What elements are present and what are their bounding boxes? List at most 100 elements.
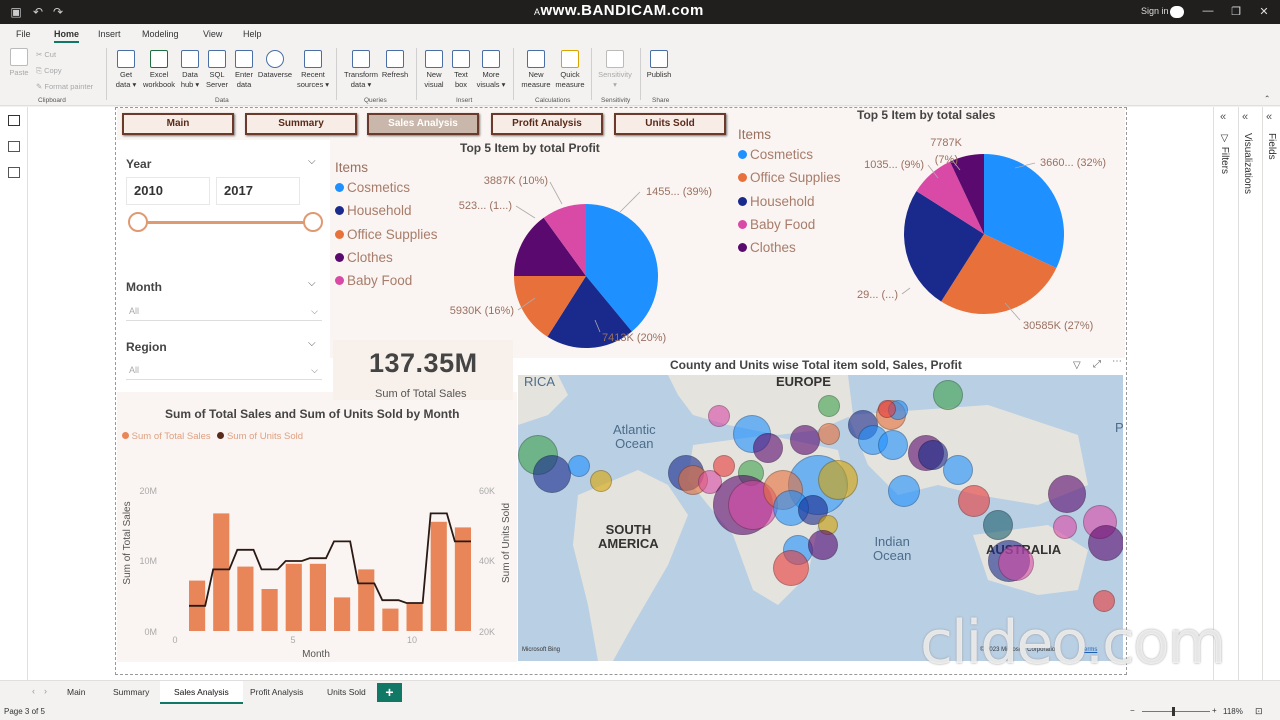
profit-legend-item-cosmetics[interactable]: Cosmetics [335, 180, 410, 195]
sales-bar[interactable] [285, 563, 302, 631]
map-bubble[interactable] [773, 550, 809, 586]
map-bubble[interactable] [708, 405, 730, 427]
cut-button[interactable]: ✂ Cut [36, 50, 56, 60]
filters-pane-tab[interactable]: ▽ Filters [1219, 133, 1230, 174]
sales-bar[interactable] [334, 597, 351, 631]
map-bubble[interactable] [713, 455, 735, 477]
recent-sources-button[interactable]: Recent sources ▾ [296, 50, 330, 90]
profit-legend-item-clothes[interactable]: Clothes [335, 250, 393, 265]
year-slider-start-handle[interactable] [128, 212, 148, 232]
zoom-out-icon[interactable]: − [1130, 706, 1135, 715]
sales-bar[interactable] [309, 563, 326, 631]
menu-view[interactable]: View [203, 29, 222, 39]
collapse-filters-icon[interactable]: « [1220, 111, 1226, 123]
tab-scroll-left-icon[interactable]: ‹ [32, 686, 35, 696]
sales-bar[interactable] [430, 521, 447, 631]
sales-bar[interactable] [261, 589, 278, 631]
map-bubble[interactable] [998, 545, 1034, 581]
enter-data-button[interactable]: Enter data [232, 50, 256, 90]
sales-bar[interactable] [406, 603, 423, 631]
map-bubble[interactable] [1088, 525, 1123, 561]
tab-scroll-right-icon[interactable]: › [44, 686, 47, 696]
sales-legend-item-cosmetics[interactable]: Cosmetics [738, 147, 813, 162]
copy-button[interactable]: ⎘ Copy [36, 66, 62, 76]
profit-pie-chart[interactable]: 1455... (39%) 7413K (20%) 5930K (16%) 523..… [440, 160, 730, 350]
region-dropdown[interactable]: All ⌵ [126, 362, 322, 380]
chevron-down-icon[interactable]: ⌵ [308, 338, 316, 349]
sign-in-link[interactable]: Sign in [1141, 6, 1169, 16]
data-view-icon[interactable] [8, 141, 20, 152]
sales-pie-chart[interactable]: 3660... (32%) 30585K (27%) 29... (...) 1035… [840, 128, 1130, 338]
map-bubble[interactable] [568, 455, 590, 477]
map-bubble[interactable] [943, 455, 973, 485]
tab-summary[interactable]: Summary [113, 685, 149, 705]
map-bubble[interactable] [753, 433, 783, 463]
focus-mode-icon[interactable]: ⤢ [1093, 359, 1101, 370]
quick-measure-button[interactable]: Quick measure [553, 50, 587, 90]
menu-home[interactable]: Home [54, 29, 80, 43]
refresh-button[interactable]: Refresh [381, 50, 409, 80]
dataverse-button[interactable]: Dataverse [257, 50, 293, 80]
combo-chart[interactable]: 20M 10M 0M 60K 40K 20K 0 5 10 Month Sum of Total S… [117, 445, 517, 663]
map-bubble[interactable] [888, 475, 920, 507]
profit-legend-item-household[interactable]: Household [335, 203, 412, 218]
menu-modeling[interactable]: Modeling [142, 29, 179, 39]
filter-icon[interactable]: ▽ [1073, 360, 1081, 371]
sales-legend-item-office-supplies[interactable]: Office Supplies [738, 170, 841, 185]
excel-workbook-button[interactable]: Excel workbook [142, 50, 176, 90]
nav-sales-analysis-button[interactable]: Sales Analysis [367, 113, 479, 135]
format-painter-button[interactable]: ✎ Format painter [36, 82, 93, 92]
sales-bar[interactable] [213, 513, 230, 631]
sign-in-toggle[interactable] [1170, 6, 1184, 18]
sales-bar[interactable] [358, 569, 375, 631]
year-from-input[interactable]: 2010 [126, 177, 210, 205]
zoom-slider-handle[interactable] [1172, 707, 1175, 716]
model-view-icon[interactable] [8, 167, 20, 178]
new-visual-button[interactable]: New visual [421, 50, 447, 90]
sales-legend-item-household[interactable]: Household [738, 194, 815, 209]
map-bubble[interactable] [818, 395, 840, 417]
add-page-button[interactable]: + [377, 683, 402, 702]
fit-page-icon[interactable]: ⊡ [1255, 706, 1263, 717]
nav-units-sold-button[interactable]: Units Sold [614, 113, 726, 135]
close-icon[interactable]: ✕ [1256, 5, 1272, 18]
month-dropdown[interactable]: All ⌵ [126, 303, 322, 321]
profit-legend-item-baby-food[interactable]: Baby Food [335, 273, 412, 288]
sales-bar[interactable] [237, 566, 254, 631]
map-bubble[interactable] [983, 510, 1013, 540]
map-bubble[interactable] [958, 485, 990, 517]
year-slider-end-handle[interactable] [303, 212, 323, 232]
publish-button[interactable]: Publish [645, 50, 673, 80]
map-bubble[interactable] [533, 455, 571, 493]
new-measure-button[interactable]: New measure [518, 50, 554, 90]
tab-main[interactable]: Main [67, 685, 85, 705]
sales-bar[interactable] [454, 527, 471, 631]
collapse-ribbon-icon[interactable]: ⌃ [1264, 94, 1270, 104]
nav-summary-button[interactable]: Summary [245, 113, 357, 135]
collapse-fields-icon[interactable]: « [1266, 111, 1272, 123]
redo-icon[interactable]: ↷ [50, 4, 66, 20]
chevron-down-icon[interactable]: ⌵ [308, 278, 316, 289]
text-box-button[interactable]: Text box [449, 50, 473, 90]
map-bubble[interactable] [808, 530, 838, 560]
get-data-button[interactable]: Get data ▾ [112, 50, 140, 90]
profit-legend-item-office-supplies[interactable]: Office Supplies [335, 227, 438, 242]
menu-file[interactable]: File [16, 29, 31, 39]
map-bubble[interactable] [878, 400, 896, 418]
sales-legend-item-baby-food[interactable]: Baby Food [738, 217, 815, 232]
sensitivity-button[interactable]: Sensitivity ▾ [596, 50, 634, 90]
more-visuals-button[interactable]: More visuals ▾ [474, 50, 508, 90]
map-bubble[interactable] [818, 460, 858, 500]
menu-insert[interactable]: Insert [98, 29, 121, 39]
zoom-level[interactable]: 118% [1223, 707, 1243, 716]
save-icon[interactable]: ▣ [8, 4, 24, 20]
report-view-icon[interactable] [8, 115, 20, 126]
map-bubble[interactable] [590, 470, 612, 492]
paste-button[interactable]: Paste [6, 48, 32, 78]
restore-icon[interactable]: ❐ [1228, 5, 1244, 18]
map-bubble[interactable] [878, 430, 908, 460]
zoom-slider[interactable] [1142, 711, 1210, 712]
tab-profit-analysis[interactable]: Profit Analysis [250, 685, 303, 705]
kpi-card[interactable]: 137.35M Sum of Total Sales [333, 340, 513, 400]
tab-sales-analysis[interactable]: Sales Analysis [160, 681, 243, 704]
